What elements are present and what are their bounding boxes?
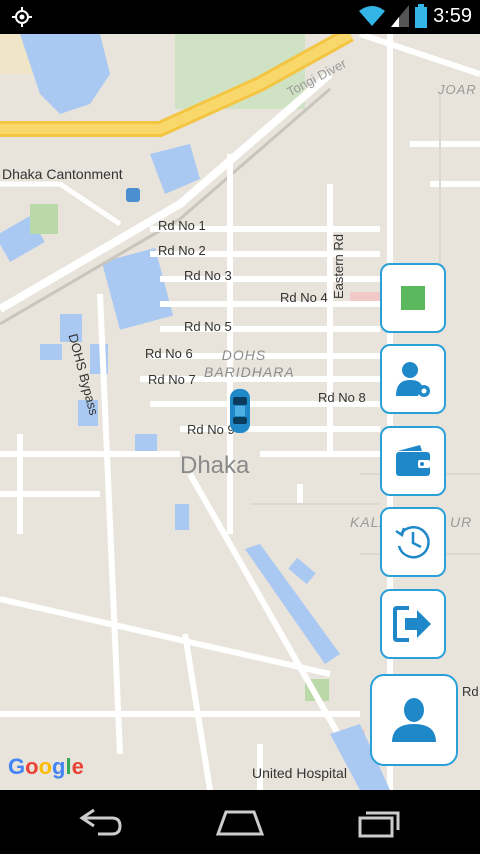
map-label-dohs-baridhara: DOHS BARIDHARA [204, 347, 295, 381]
user-gear-icon [396, 362, 430, 397]
map-label-united-hospital: United Hospital [252, 765, 347, 781]
map-label-dhaka: Dhaka [180, 452, 250, 479]
map-label-rd4: Rd No 4 [280, 290, 328, 305]
history-button[interactable] [380, 507, 446, 577]
clock: 3:59 [433, 4, 472, 27]
car-marker-icon[interactable] [229, 388, 251, 434]
map-label-cantonment: Dhaka Cantonment [2, 166, 123, 182]
stop-button[interactable] [380, 263, 446, 333]
profile-button[interactable] [370, 674, 458, 766]
map-label-baridhara: BARIDHARA [204, 364, 295, 380]
map-label-eastern-rd: Eastern Rd [331, 233, 347, 300]
map-label-rd1: Rd No 1 [158, 218, 206, 233]
map-label-rd2: Rd No 2 [158, 243, 206, 258]
back-icon[interactable] [78, 806, 124, 838]
map-label-rd6: Rd No 6 [145, 346, 193, 361]
train-station-icon [126, 188, 140, 202]
map-label-rd9: Rd No 9 [187, 422, 235, 437]
google-logo: Google [8, 754, 84, 779]
map-label-rd7: Rd No 7 [148, 372, 196, 387]
wallet-button[interactable] [380, 426, 446, 496]
battery-icon [415, 4, 428, 28]
recents-icon[interactable] [358, 808, 402, 838]
logout-icon [393, 606, 431, 642]
home-icon[interactable] [216, 810, 264, 836]
map-label-rd8: Rd No 8 [318, 390, 366, 405]
map-label-rd3: Rd No 3 [184, 268, 232, 283]
user-icon [392, 698, 436, 742]
map-label-rd-right: Rd [462, 684, 479, 699]
navigation-bar [0, 790, 480, 854]
map-label-dohs: DOHS [221, 347, 267, 363]
location-icon [12, 7, 32, 27]
wallet-icon [396, 445, 430, 476]
status-bar: 3:59 [0, 0, 480, 34]
profile-settings-button[interactable] [380, 344, 446, 414]
signal-icon [391, 5, 410, 27]
map-label-rd5: Rd No 5 [184, 319, 232, 334]
logout-button[interactable] [380, 589, 446, 659]
map-label-joar: JOAR S [438, 82, 480, 97]
wifi-icon [359, 6, 386, 26]
green-square-icon [401, 286, 425, 310]
history-icon [395, 526, 430, 559]
map-label-ur: UR [450, 514, 473, 530]
